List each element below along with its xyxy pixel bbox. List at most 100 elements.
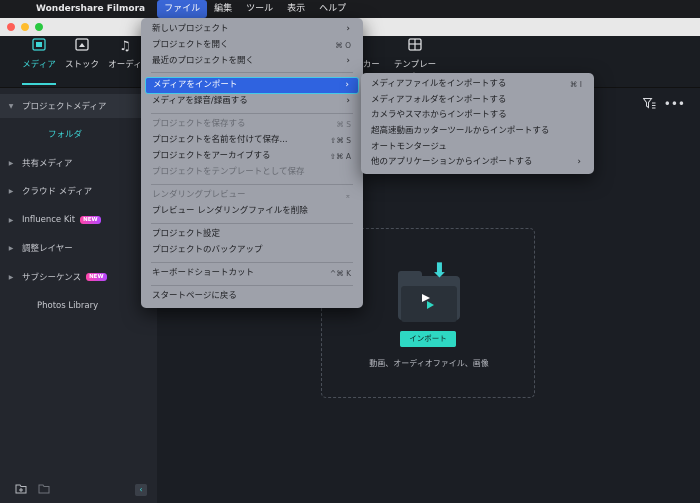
file-menu: 新しいプロジェクト › プロジェクトを開く ⌘ O 最近のプロジェクトを開く › メデ… <box>141 18 363 308</box>
menu-item-label: 超高速動画カッターツールからインポートする <box>371 126 550 136</box>
menu-item-project-settings[interactable]: プロジェクト設定 <box>145 227 359 242</box>
menu-item-open-recent[interactable]: 最近のプロジェクトを開く › <box>145 54 359 69</box>
menu-item-label: プロジェクトを開く <box>152 40 229 50</box>
menu-item-label: メディアを録音/録画する <box>152 96 248 106</box>
new-folder-icon[interactable] <box>15 484 27 497</box>
menu-app-name[interactable]: Wondershare Filmora <box>30 0 157 18</box>
shortcut-label: ⌘ O <box>335 41 351 50</box>
filmora-logo-icon <box>422 294 434 309</box>
menu-item-label: プロジェクトを保存する <box>152 119 246 129</box>
media-sidebar: ▼ プロジェクトメディア フォルダ ▶ 共有メディア ▶ クラウド メディア ▶… <box>0 88 157 503</box>
shortcut-label: ⇧⌘ S <box>330 136 351 145</box>
menu-separator <box>151 184 353 185</box>
submenu-item-import-camera[interactable]: カメラやスマホからインポートする <box>365 108 590 123</box>
caret-right-icon: ▶ <box>8 187 14 195</box>
chevron-right-icon: › <box>577 157 581 167</box>
menu-item-label: メディアフォルダをインポートする <box>371 95 507 105</box>
sidebar-item-label: 調整レイヤー <box>22 244 73 254</box>
menu-separator <box>151 285 353 286</box>
menu-item-project-backup[interactable]: プロジェクトのバックアップ <box>145 243 359 258</box>
shortcut-label: ^⌘ K <box>329 269 351 278</box>
chevron-right-icon: › <box>346 56 350 66</box>
folder-icon[interactable] <box>38 484 50 497</box>
shortcut-label: ⇧⌘ A <box>329 152 351 161</box>
menu-item-label: レンダリングプレビュー <box>152 190 246 200</box>
menu-item-delete-render-files[interactable]: プレビュー レンダリングファイルを削除 <box>145 204 359 219</box>
screen: Wondershare Filmora ファイル 編集 ツール 表示 ヘルプ メ… <box>0 0 700 503</box>
chevron-right-icon: › <box>345 80 349 90</box>
submenu-item-import-instant-cutter[interactable]: 超高速動画カッターツールからインポートする <box>365 124 590 139</box>
menu-item-save-as[interactable]: プロジェクトを名前を付けて保存... ⇧⌘ S <box>145 133 359 148</box>
menu-item-back-to-start-page[interactable]: スタートページに戻る <box>145 289 359 304</box>
sidebar-item-label: フォルダ <box>48 130 83 140</box>
collapse-sidebar-button[interactable]: ‹ <box>135 484 147 496</box>
zoom-window-button[interactable] <box>35 23 43 31</box>
import-button[interactable]: インポート <box>400 331 456 347</box>
sidebar-item-photos-library[interactable]: Photos Library <box>0 294 157 318</box>
menu-item-archive-project[interactable]: プロジェクトをアーカイブする ⇧⌘ A <box>145 149 359 164</box>
sidebar-item-influence-kit[interactable]: ▶ Influence Kit NEW <box>0 208 157 232</box>
sidebar-item-folder[interactable]: フォルダ <box>0 122 157 146</box>
close-window-button[interactable] <box>7 23 15 31</box>
menu-item-save-project[interactable]: プロジェクトを保存する ⌘ S <box>145 117 359 132</box>
menu-item-label: キーボードショートカット <box>152 268 255 278</box>
minimize-window-button[interactable] <box>21 23 29 31</box>
caret-right-icon: ▶ <box>8 273 14 281</box>
toolbar-stock-button[interactable]: ストック <box>59 38 105 70</box>
menu-item-label: プロジェクトを名前を付けて保存... <box>152 135 288 145</box>
menu-view[interactable]: 表示 <box>280 0 312 18</box>
menu-item-label: カメラやスマホからインポートする <box>371 110 507 120</box>
submenu-item-import-other-apps[interactable]: 他のアプリケーションからインポートする › <box>365 155 590 170</box>
menu-file[interactable]: ファイル <box>157 0 208 18</box>
menu-edit[interactable]: 編集 <box>207 0 239 18</box>
menu-item-label: メディアファイルをインポートする <box>371 79 507 89</box>
menu-item-import-media[interactable]: メディアをインポート › <box>145 77 359 94</box>
menu-item-label: 新しいプロジェクト <box>152 24 229 34</box>
sidebar-footer: ‹ <box>0 479 157 503</box>
menu-separator <box>151 72 353 73</box>
sidebar-item-label: 共有メディア <box>22 159 73 169</box>
caret-down-icon: ▼ <box>8 102 14 110</box>
menu-help[interactable]: ヘルプ <box>312 0 353 18</box>
filter-icon[interactable] <box>642 98 656 112</box>
sidebar-item-project-media[interactable]: ▼ プロジェクトメディア <box>0 94 157 118</box>
sidebar-item-subsequence[interactable]: ▶ サブシーケンス NEW <box>0 265 157 289</box>
toolbar-media-label: メディア <box>22 60 56 70</box>
active-tab-indicator <box>22 83 56 85</box>
sidebar-item-label: プロジェクトメディア <box>22 102 107 112</box>
caret-right-icon: ▶ <box>8 244 14 252</box>
caret-right-icon: ▶ <box>8 159 14 167</box>
submenu-item-import-folder[interactable]: メディアフォルダをインポートする <box>365 93 590 108</box>
sidebar-item-cloud-media[interactable]: ▶ クラウド メディア <box>0 179 157 203</box>
sidebar-item-adjustment-layer[interactable]: ▶ 調整レイヤー <box>0 236 157 260</box>
menu-item-open-project[interactable]: プロジェクトを開く ⌘ O <box>145 38 359 53</box>
menu-item-label: プロジェクトのバックアップ <box>152 245 263 255</box>
shortcut-label: ⌅ <box>344 191 351 200</box>
new-badge: NEW <box>86 273 107 281</box>
menu-item-save-as-template[interactable]: プロジェクトをテンプレートとして保存 <box>145 165 359 180</box>
sidebar-item-label: サブシーケンス <box>22 273 82 283</box>
menu-item-label: プロジェクト設定 <box>152 229 221 239</box>
submenu-item-auto-montage[interactable]: オートモンタージュ <box>365 140 590 155</box>
menu-item-render-preview[interactable]: レンダリングプレビュー ⌅ <box>145 188 359 203</box>
shortcut-label: ⌘ S <box>336 120 351 129</box>
more-options-icon[interactable]: ••• <box>664 97 685 111</box>
menu-separator <box>151 223 353 224</box>
chevron-right-icon: › <box>346 24 350 34</box>
import-media-submenu: メディアファイルをインポートする ⌘ I メディアフォルダをインポートする カメラ… <box>361 73 594 174</box>
menu-item-new-project[interactable]: 新しいプロジェクト › <box>145 22 359 37</box>
menu-item-label: 他のアプリケーションからインポートする <box>371 157 533 167</box>
import-folder-icon: ⬇ <box>398 258 460 324</box>
template-icon <box>390 38 440 56</box>
submenu-item-import-files[interactable]: メディアファイルをインポートする ⌘ I <box>365 77 590 92</box>
sidebar-item-label: Photos Library <box>37 301 99 311</box>
menu-item-record-media[interactable]: メディアを録音/録画する › <box>145 94 359 109</box>
toolbar-media-button[interactable]: メディア <box>16 38 62 70</box>
sidebar-item-label: クラウド メディア <box>22 187 93 197</box>
sidebar-item-shared-media[interactable]: ▶ 共有メディア <box>0 151 157 175</box>
media-icon <box>16 38 62 56</box>
menu-tools[interactable]: ツール <box>239 0 280 18</box>
menu-item-keyboard-shortcuts[interactable]: キーボードショートカット ^⌘ K <box>145 266 359 281</box>
menu-item-label: プロジェクトをアーカイブする <box>152 151 271 161</box>
menu-item-label: メディアをインポート <box>153 80 238 90</box>
